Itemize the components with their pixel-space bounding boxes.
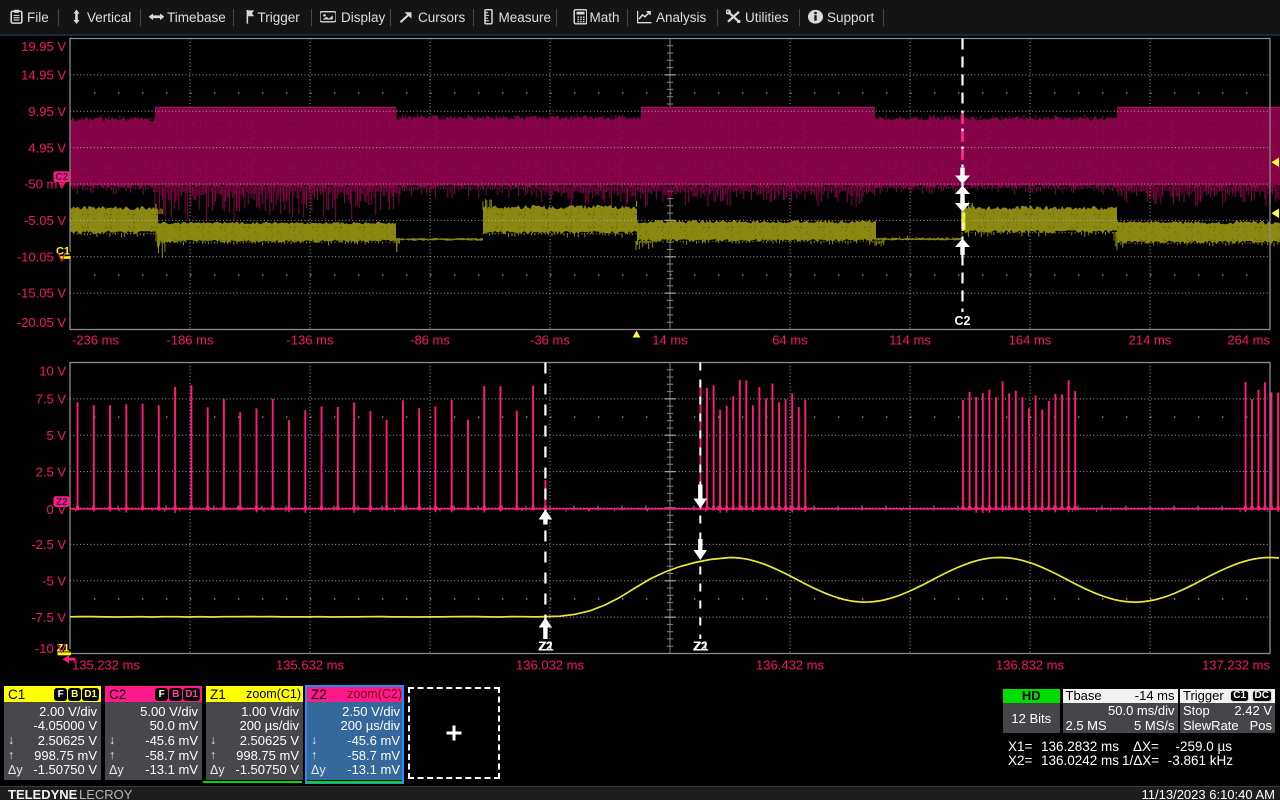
svg-text:-7.5 V: -7.5 V	[31, 610, 66, 625]
svg-text:-2.5 V: -2.5 V	[31, 537, 66, 552]
svg-text:Z2: Z2	[693, 640, 708, 654]
svg-text:-20.05 V: -20.05 V	[17, 315, 66, 330]
svg-text:135.632 ms: 135.632 ms	[276, 658, 344, 673]
svg-text:164 ms: 164 ms	[1009, 333, 1052, 348]
svg-text:10 V: 10 V	[39, 364, 66, 379]
svg-text:-5 V: -5 V	[42, 574, 66, 589]
svg-text:0 V: 0 V	[46, 502, 66, 517]
svg-text:136.432 ms: 136.432 ms	[756, 658, 824, 673]
svg-text:136.032 ms: 136.032 ms	[516, 658, 584, 673]
svg-text:14.95 V: 14.95 V	[21, 68, 66, 83]
svg-text:64 ms: 64 ms	[772, 333, 808, 348]
svg-text:-86 ms: -86 ms	[410, 333, 450, 348]
svg-text:-50 mV: -50 mV	[24, 177, 66, 192]
svg-text:2.5 V: 2.5 V	[36, 464, 67, 479]
svg-text:-10.05 V: -10.05 V	[17, 249, 66, 264]
svg-text:-236 ms: -236 ms	[72, 333, 119, 348]
svg-text:-15.05 V: -15.05 V	[17, 286, 66, 301]
svg-text:135.232 ms: 135.232 ms	[72, 658, 140, 673]
svg-text:4.95 V: 4.95 V	[28, 140, 66, 155]
svg-text:-186 ms: -186 ms	[167, 333, 214, 348]
svg-text:9.95 V: 9.95 V	[28, 104, 66, 119]
svg-text:214 ms: 214 ms	[1129, 333, 1172, 348]
svg-text:7.5 V: 7.5 V	[36, 392, 67, 407]
svg-text:-5.05 V: -5.05 V	[24, 213, 66, 228]
svg-text:136.832 ms: 136.832 ms	[996, 658, 1064, 673]
svg-text:19.95 V: 19.95 V	[21, 39, 66, 54]
svg-text:-36 ms: -36 ms	[530, 333, 570, 348]
svg-text:C2: C2	[955, 314, 971, 328]
svg-text:14 ms: 14 ms	[652, 333, 688, 348]
svg-text:-136 ms: -136 ms	[287, 333, 334, 348]
svg-text:137.232 ms: 137.232 ms	[1202, 658, 1270, 673]
svg-text:114 ms: 114 ms	[889, 333, 931, 348]
svg-text:Z2: Z2	[538, 640, 553, 654]
svg-text:264 ms: 264 ms	[1227, 333, 1270, 348]
svg-text:5 V: 5 V	[46, 428, 66, 443]
svg-text:-10 V: -10 V	[35, 641, 66, 656]
